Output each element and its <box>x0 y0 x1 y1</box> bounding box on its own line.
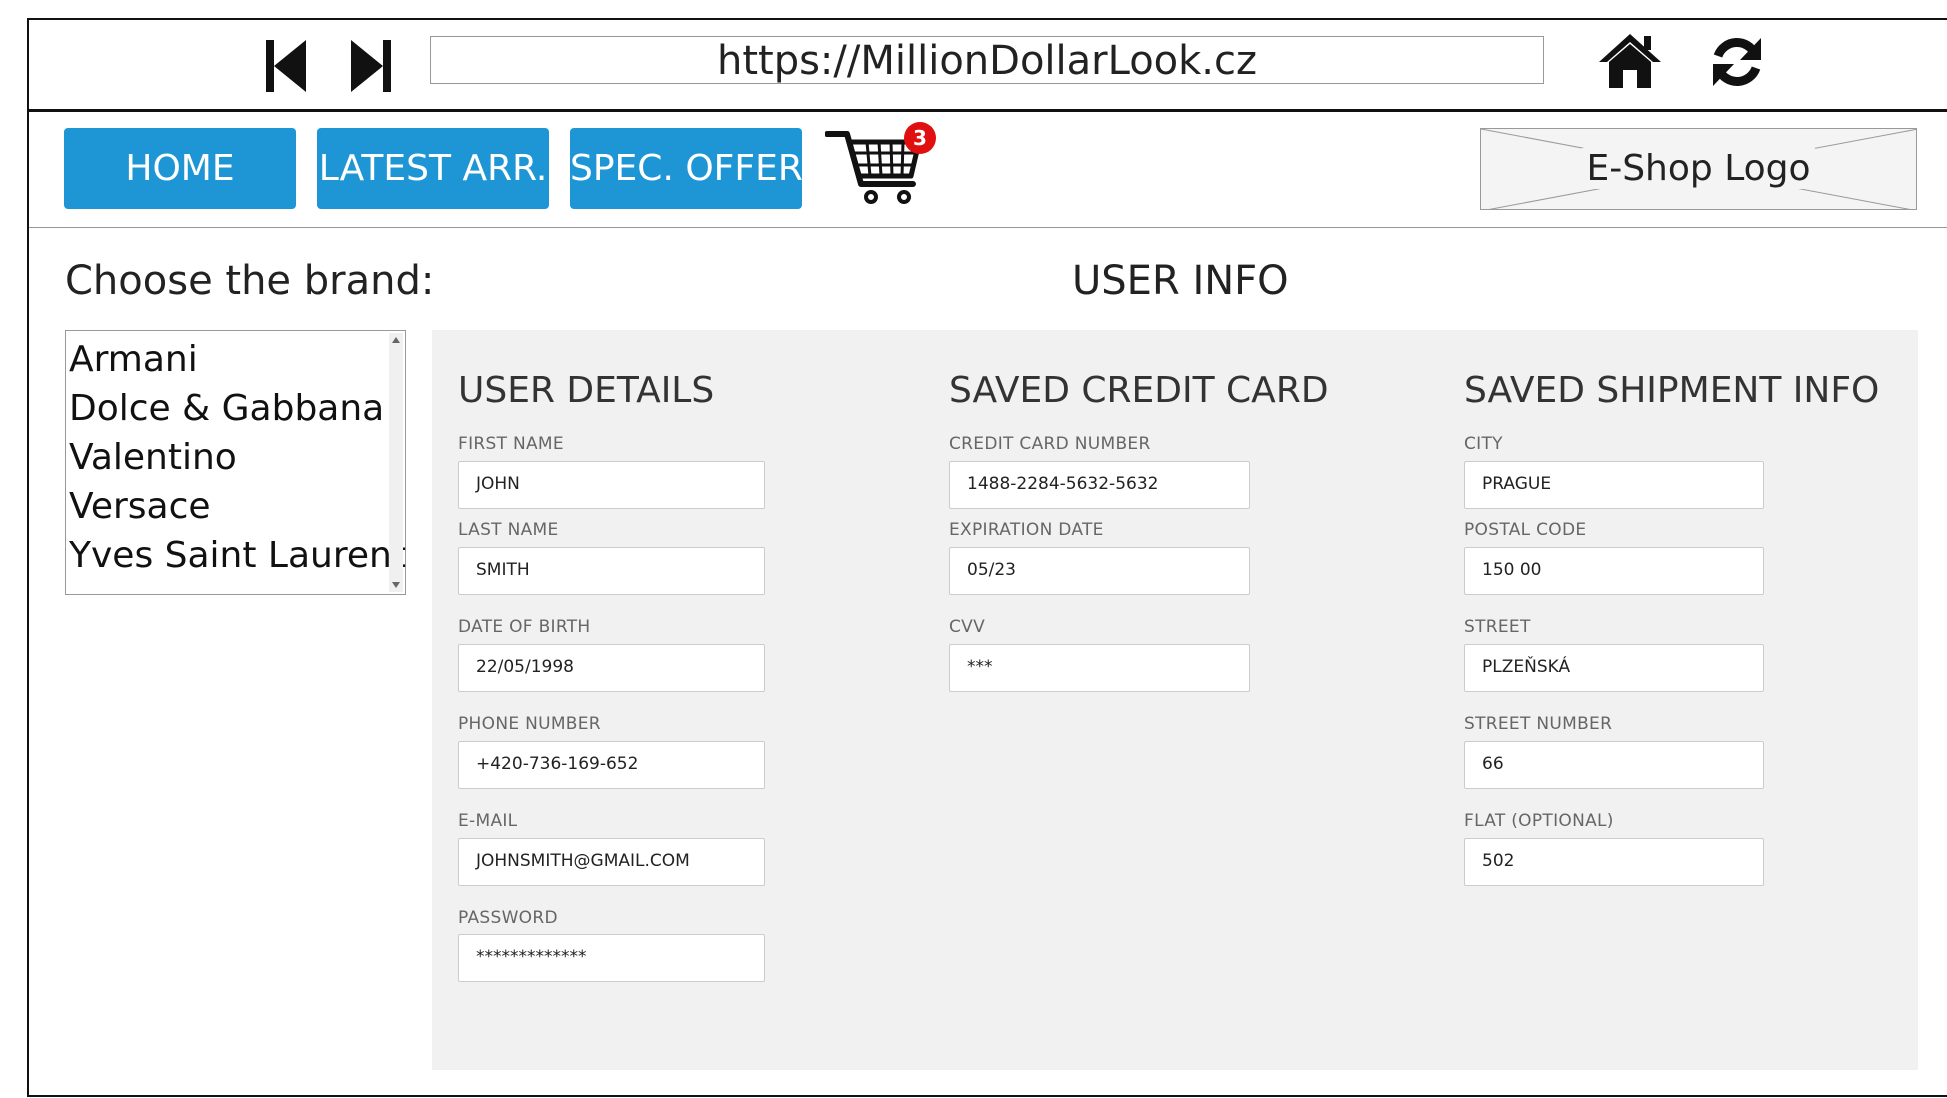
email-field[interactable]: JOHNSMITH@GMAIL.COM <box>458 838 765 886</box>
first-name-label: FIRST NAME <box>458 434 564 454</box>
browser-window: https://MillionDollarLook.cz HOME LATEST… <box>27 18 1947 1097</box>
logo-text: E-Shop Logo <box>1582 148 1815 189</box>
skip-forward-icon[interactable] <box>345 35 395 97</box>
password-label: PASSWORD <box>458 908 558 928</box>
phone-field[interactable]: +420-736-169-652 <box>458 741 765 789</box>
card-number-label: CREDIT CARD NUMBER <box>949 434 1151 454</box>
brand-item-armani[interactable]: Armani <box>66 335 405 384</box>
postal-code-field[interactable]: 150 00 <box>1464 547 1764 595</box>
street-number-field[interactable]: 66 <box>1464 741 1764 789</box>
brand-list-scrollbar[interactable] <box>389 333 403 592</box>
street-label: STREET <box>1464 617 1531 637</box>
card-number-field[interactable]: 1488-2284-5632-5632 <box>949 461 1250 509</box>
street-number-label: STREET NUMBER <box>1464 714 1613 734</box>
site-navigation: HOME LATEST ARR. SPEC. OFFERS 3 E-Shop L… <box>29 112 1947 228</box>
brand-item-versace[interactable]: Versace <box>66 482 405 531</box>
page-title: USER INFO <box>1072 258 1289 304</box>
shipment-title: SAVED SHIPMENT INFO <box>1464 370 1880 411</box>
scroll-up-arrow-icon[interactable] <box>392 337 400 343</box>
flat-label: FLAT (OPTIONAL) <box>1464 811 1614 831</box>
cvv-label: CVV <box>949 617 986 637</box>
dob-field[interactable]: 22/05/1998 <box>458 644 765 692</box>
user-details-title: USER DETAILS <box>458 370 715 411</box>
skip-back-icon[interactable] <box>262 35 312 97</box>
email-label: E-MAIL <box>458 811 518 831</box>
brand-item-valentino[interactable]: Valentino <box>66 433 405 482</box>
credit-card-title: SAVED CREDIT CARD <box>949 370 1329 411</box>
home-icon[interactable] <box>1597 32 1663 90</box>
city-label: CITY <box>1464 434 1503 454</box>
password-field[interactable]: ************* <box>458 934 765 982</box>
city-field[interactable]: PRAGUE <box>1464 461 1764 509</box>
eshop-logo[interactable]: E-Shop Logo <box>1480 128 1917 210</box>
special-offers-nav-button[interactable]: SPEC. OFFERS <box>570 128 826 209</box>
expiry-field[interactable]: 05/23 <box>949 547 1250 595</box>
brand-item-dolce-gabbana[interactable]: Dolce & Gabbana <box>66 384 405 433</box>
street-field[interactable]: PLZEŇSKÁ <box>1464 644 1764 692</box>
first-name-field[interactable]: JOHN <box>458 461 765 509</box>
last-name-label: LAST NAME <box>458 520 559 540</box>
brand-listbox[interactable]: Armani Dolce & Gabbana Valentino Versace… <box>65 330 406 595</box>
last-name-field[interactable]: SMITH <box>458 547 765 595</box>
address-bar[interactable]: https://MillionDollarLook.cz <box>430 36 1544 84</box>
user-info-panel: USER DETAILS FIRST NAME JOHN LAST NAME S… <box>432 330 1918 1070</box>
expiry-label: EXPIRATION DATE <box>949 520 1104 540</box>
latest-arrivals-nav-button[interactable]: LATEST ARR. <box>317 128 549 209</box>
brand-chooser-title: Choose the brand: <box>65 258 435 304</box>
brand-item-ysl[interactable]: Yves Saint Laurent <box>66 531 406 580</box>
cart-count-badge: 3 <box>904 122 936 154</box>
refresh-icon[interactable] <box>1709 34 1765 90</box>
dob-label: DATE OF BIRTH <box>458 617 591 637</box>
flat-field[interactable]: 502 <box>1464 838 1764 886</box>
home-nav-button[interactable]: HOME <box>64 128 296 209</box>
postal-code-label: POSTAL CODE <box>1464 520 1587 540</box>
browser-toolbar: https://MillionDollarLook.cz <box>29 20 1947 112</box>
cvv-field[interactable]: *** <box>949 644 1250 692</box>
phone-label: PHONE NUMBER <box>458 714 601 734</box>
scroll-down-arrow-icon[interactable] <box>392 582 400 588</box>
